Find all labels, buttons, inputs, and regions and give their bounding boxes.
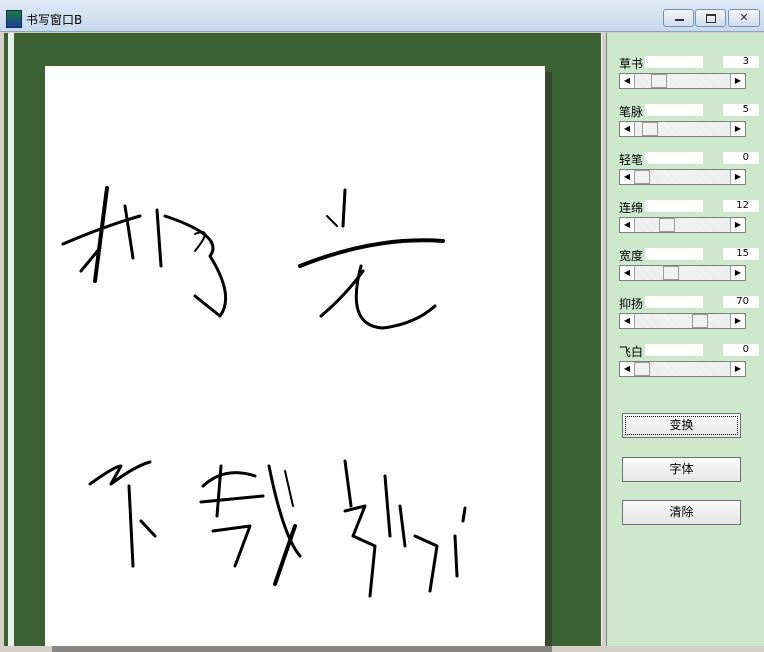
slider-left-arrow-icon[interactable]: ◀ xyxy=(620,362,635,376)
slider-left-arrow-icon[interactable]: ◀ xyxy=(620,74,635,88)
param-label: 连绵 xyxy=(619,201,644,215)
param-value[interactable]: 15 xyxy=(723,248,759,260)
param-label: 笔脉 xyxy=(619,105,644,119)
slider-thumb[interactable] xyxy=(692,314,708,328)
maximize-icon xyxy=(696,10,725,26)
slider-thumb[interactable] xyxy=(634,170,650,184)
close-icon: ✕ xyxy=(739,11,749,24)
minimize-icon xyxy=(664,10,693,26)
param-label: 草书 xyxy=(619,57,644,71)
calligraphy-strokes xyxy=(61,186,467,598)
slider-left-arrow-icon[interactable]: ◀ xyxy=(620,266,635,280)
param-label: 宽度 xyxy=(619,249,644,263)
param-value[interactable]: 3 xyxy=(723,56,759,68)
slider-right-arrow-icon[interactable]: ▶ xyxy=(730,314,745,328)
param-name-box xyxy=(645,296,703,308)
slider-left-arrow-icon[interactable]: ◀ xyxy=(620,170,635,184)
param-slider[interactable]: ◀ ▶ xyxy=(619,361,746,377)
param-name-box xyxy=(645,248,703,260)
param-bimai: 笔脉 5 ◀ ▶ xyxy=(619,103,759,147)
clear-button[interactable]: 清除 xyxy=(622,500,741,525)
param-lianmian: 连绵 12 ◀ ▶ xyxy=(619,199,759,243)
param-value[interactable]: 0 xyxy=(723,344,759,356)
slider-thumb[interactable] xyxy=(634,362,650,376)
param-qingbi: 轻笔 0 ◀ ▶ xyxy=(619,151,759,195)
param-slider[interactable]: ◀ ▶ xyxy=(619,169,746,185)
param-name-box xyxy=(645,104,703,116)
param-name-box xyxy=(645,200,703,212)
settings-panel: 草书 3 ◀ ▶ 笔脉 5 ◀ ▶ 轻笔 0 ◀ ▶ 连绵 12 ◀ ▶ 宽度 … xyxy=(607,33,764,646)
title-bar: 书写窗口B ✕ xyxy=(0,0,764,32)
param-slider[interactable]: ◀ ▶ xyxy=(619,73,746,89)
param-slider[interactable]: ◀ ▶ xyxy=(619,265,746,281)
slider-right-arrow-icon[interactable]: ▶ xyxy=(730,74,745,88)
slider-right-arrow-icon[interactable]: ▶ xyxy=(730,362,745,376)
param-label: 轻笔 xyxy=(619,153,644,167)
param-name-box xyxy=(645,152,703,164)
param-value[interactable]: 0 xyxy=(723,152,759,164)
param-caoshu: 草书 3 ◀ ▶ xyxy=(619,55,759,99)
transform-button[interactable]: 变换 xyxy=(622,413,741,438)
slider-thumb[interactable] xyxy=(659,218,675,232)
window-title: 书写窗口B xyxy=(26,13,83,27)
slider-right-arrow-icon[interactable]: ▶ xyxy=(730,266,745,280)
param-slider[interactable]: ◀ ▶ xyxy=(619,313,746,329)
slider-right-arrow-icon[interactable]: ▶ xyxy=(730,122,745,136)
canvas-edge xyxy=(8,33,14,646)
param-label: 抑扬 xyxy=(619,297,644,311)
slider-right-arrow-icon[interactable]: ▶ xyxy=(730,218,745,232)
param-slider[interactable]: ◀ ▶ xyxy=(619,217,746,233)
slider-left-arrow-icon[interactable]: ◀ xyxy=(620,314,635,328)
slider-thumb[interactable] xyxy=(651,74,667,88)
close-button[interactable]: ✕ xyxy=(728,9,760,27)
slider-left-arrow-icon[interactable]: ◀ xyxy=(620,218,635,232)
param-slider[interactable]: ◀ ▶ xyxy=(619,121,746,137)
param-name-box xyxy=(645,56,703,68)
maximize-button[interactable] xyxy=(695,9,726,27)
slider-thumb[interactable] xyxy=(663,266,679,280)
param-name-box xyxy=(645,344,703,356)
writing-paper[interactable] xyxy=(45,66,545,646)
param-value[interactable]: 12 xyxy=(723,200,759,212)
param-label: 飞白 xyxy=(619,345,644,359)
param-feibai: 飞白 0 ◀ ▶ xyxy=(619,343,759,387)
slider-thumb[interactable] xyxy=(642,122,658,136)
param-value[interactable]: 70 xyxy=(723,296,759,308)
slider-left-arrow-icon[interactable]: ◀ xyxy=(620,122,635,136)
param-yiyang: 抑扬 70 ◀ ▶ xyxy=(619,295,759,339)
minimize-button[interactable] xyxy=(663,9,694,27)
param-kuandu: 宽度 15 ◀ ▶ xyxy=(619,247,759,291)
param-value[interactable]: 5 xyxy=(723,104,759,116)
app-icon xyxy=(6,10,22,28)
font-button[interactable]: 字体 xyxy=(622,457,741,482)
slider-right-arrow-icon[interactable]: ▶ xyxy=(730,170,745,184)
